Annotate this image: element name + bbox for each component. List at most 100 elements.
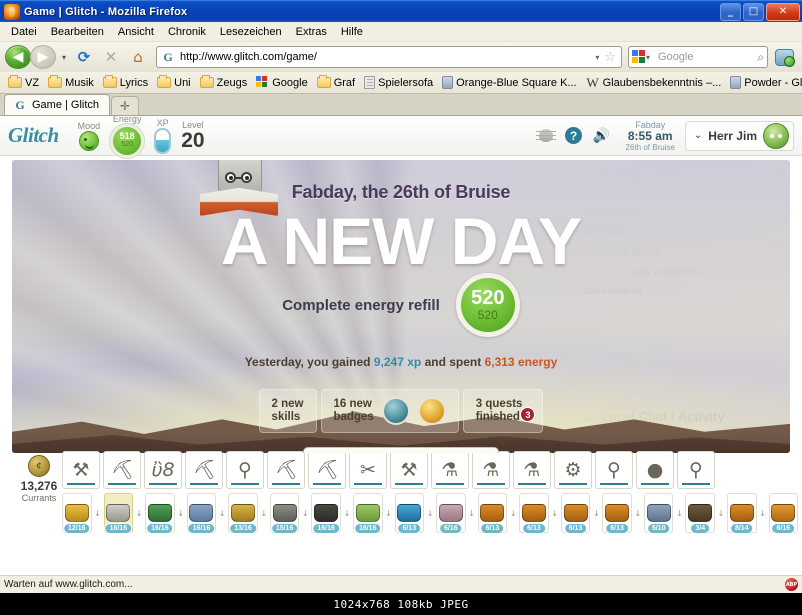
- tool-pickaxe[interactable]: ⛏: [103, 451, 141, 489]
- inv-orange-sack-2[interactable]: 6/13: [519, 493, 549, 534]
- inv-orange-case[interactable]: 6/16: [768, 493, 799, 534]
- chevron-down-icon: ⌄: [693, 130, 703, 141]
- tool-pickaxe-black[interactable]: ⛏: [267, 451, 305, 489]
- maximize-button[interactable]: □: [743, 2, 764, 21]
- inv-orange-sack-3[interactable]: 6/13: [560, 493, 591, 534]
- tool-spade[interactable]: ⚒: [390, 451, 428, 489]
- firefox-icon: [4, 3, 20, 20]
- menu-ansicht[interactable]: Ansicht: [111, 24, 161, 40]
- tool-scissors[interactable]: ✂: [349, 451, 387, 489]
- menu-chronik[interactable]: Chronik: [161, 24, 213, 40]
- currants-display[interactable]: ¢ 13,276 Currants: [16, 455, 62, 503]
- user-menu[interactable]: ⌄ Herr Jim: [684, 120, 794, 151]
- tool-hammer[interactable]: ὒ8: [144, 451, 182, 489]
- tool-scissors-icon: ✂: [360, 458, 376, 481]
- inv-blue-sack-2[interactable]: 5/10: [643, 493, 674, 534]
- bookmark-zeugs[interactable]: Zeugs: [196, 75, 252, 90]
- url-dropdown-icon[interactable]: ▾: [595, 53, 602, 62]
- address-bar[interactable]: G http://www.glitch.com/game/ ▾ ☆: [156, 46, 622, 68]
- url-text[interactable]: http://www.glitch.com/game/: [176, 51, 595, 63]
- skills-card[interactable]: 2 new skills: [258, 389, 317, 433]
- tool-pot[interactable]: ⚲: [677, 451, 715, 489]
- inv-blue-sack-2-icon: [646, 504, 671, 522]
- inventory-quantity-badge: 8/14: [729, 523, 754, 534]
- bookmark-vz[interactable]: VZ: [4, 75, 43, 90]
- inv-green-toolbox[interactable]: 16/16: [145, 493, 175, 534]
- minimize-button[interactable]: _: [720, 2, 741, 21]
- card-line1: 2 new: [271, 398, 304, 410]
- bookmark-powder-glitch[interactable]: Powder - Glitch Strate...: [726, 75, 802, 90]
- help-button[interactable]: ?: [563, 125, 585, 147]
- tool-kettle-icon: ⚲: [607, 458, 621, 481]
- bookmark-lyrics[interactable]: Lyrics: [99, 75, 152, 90]
- history-dropdown-icon[interactable]: ▾: [59, 53, 69, 62]
- tool-watering-can[interactable]: ⚲: [226, 451, 264, 489]
- new-tab-button[interactable]: ✛: [111, 96, 140, 115]
- tool-pan[interactable]: ●: [636, 451, 674, 489]
- new-day-cards: 2 new skills 16 new badges 3 quests fini…: [258, 389, 544, 433]
- bookmark-google[interactable]: Google: [252, 75, 311, 90]
- close-button[interactable]: ✕: [766, 2, 800, 21]
- inv-green-purse[interactable]: 16/16: [352, 493, 383, 534]
- reload-icon[interactable]: ⟳: [72, 45, 96, 69]
- tool-test-tube[interactable]: ⚗: [513, 451, 551, 489]
- menu-lesezeichen[interactable]: Lesezeichen: [213, 24, 289, 40]
- inv-gold-bag[interactable]: 13/16: [228, 493, 258, 534]
- inv-brown-satchel[interactable]: 3/4: [685, 493, 715, 534]
- inv-grey-bag[interactable]: 15/16: [269, 493, 300, 534]
- stop-icon[interactable]: ✕: [99, 45, 123, 69]
- glitch-logo[interactable]: Glitch: [8, 123, 73, 148]
- tool-shovel[interactable]: ⛏: [308, 451, 346, 489]
- stat-level[interactable]: Level 20: [176, 120, 209, 152]
- inv-dark-bag[interactable]: 16/16: [311, 493, 341, 534]
- inv-blue-sack[interactable]: 6/13: [394, 493, 425, 534]
- bookmark-orange-blue-square[interactable]: Orange-Blue Square K...: [438, 75, 580, 90]
- inv-blue-bag[interactable]: 16/16: [186, 493, 217, 534]
- search-bar[interactable]: ▾ Google ⌕: [628, 46, 768, 68]
- quests-card[interactable]: 3 quests finished 3: [462, 389, 544, 433]
- inv-yellow-case[interactable]: 12/16: [62, 493, 92, 534]
- bookmark-graf[interactable]: Graf: [313, 75, 359, 90]
- tool-grinder[interactable]: ⚙: [554, 451, 592, 489]
- menu-extras[interactable]: Extras: [289, 24, 334, 40]
- menu-datei[interactable]: Datei: [4, 24, 44, 40]
- inv-pink-purse[interactable]: 6/16: [436, 493, 466, 534]
- badges-card[interactable]: 16 new badges: [320, 389, 459, 433]
- search-input[interactable]: Google: [653, 51, 757, 63]
- bookmark-glaubensbekenntnis[interactable]: W Glaubensbekenntnis –...: [582, 75, 726, 90]
- search-engine-chevron-icon[interactable]: ▾: [646, 53, 653, 62]
- onwards-and-upwards-button[interactable]: Onwards and upwards!: [302, 447, 500, 453]
- avatar[interactable]: [763, 122, 789, 149]
- stat-xp[interactable]: XP: [149, 118, 176, 154]
- tool-kettle[interactable]: ⚲: [595, 451, 633, 489]
- stat-mood[interactable]: Mood: [73, 121, 106, 151]
- inv-silver-bag[interactable]: 16/16: [103, 493, 134, 534]
- bookmark-uni[interactable]: Uni: [153, 75, 195, 90]
- bookmark-star-icon[interactable]: ☆: [602, 50, 618, 65]
- inv-orange-sack-1[interactable]: 6/13: [477, 493, 508, 534]
- adblock-icon[interactable]: ABP: [785, 578, 798, 591]
- tool-gavel[interactable]: ⚒: [62, 451, 100, 489]
- tool-flask[interactable]: ⚗: [472, 451, 510, 489]
- tool-pickaxe-gold[interactable]: ⛏: [185, 451, 223, 489]
- forward-button[interactable]: ▶: [30, 45, 56, 69]
- sound-button[interactable]: 🔊: [591, 125, 613, 147]
- stat-energy[interactable]: Energy 518 520: [105, 116, 149, 158]
- menu-hilfe[interactable]: Hilfe: [334, 24, 370, 40]
- inv-orange-sack-5[interactable]: 8/14: [727, 493, 757, 534]
- currant-coin-icon: ¢: [28, 455, 50, 477]
- bookmark-spielersofa[interactable]: Spielersofa: [360, 75, 437, 90]
- tab-game-glitch[interactable]: G Game | Glitch: [4, 94, 111, 115]
- game-header: Glitch Mood Energy 518 520 XP Level 20 ?…: [0, 116, 802, 158]
- speaker-icon: 🔊: [592, 127, 611, 144]
- addon-button[interactable]: [771, 45, 797, 69]
- user-name: Herr Jim: [708, 128, 757, 143]
- bug-report-button[interactable]: [535, 125, 557, 147]
- search-icon[interactable]: ⌕: [757, 50, 764, 65]
- menu-bearbeiten[interactable]: Bearbeiten: [44, 24, 111, 40]
- inv-orange-sack-4[interactable]: 6/13: [602, 493, 632, 534]
- tool-mortar[interactable]: ⚗: [431, 451, 469, 489]
- back-button[interactable]: ◀: [5, 45, 31, 69]
- bookmark-musik[interactable]: Musik: [44, 75, 98, 90]
- home-icon[interactable]: ⌂: [126, 45, 150, 69]
